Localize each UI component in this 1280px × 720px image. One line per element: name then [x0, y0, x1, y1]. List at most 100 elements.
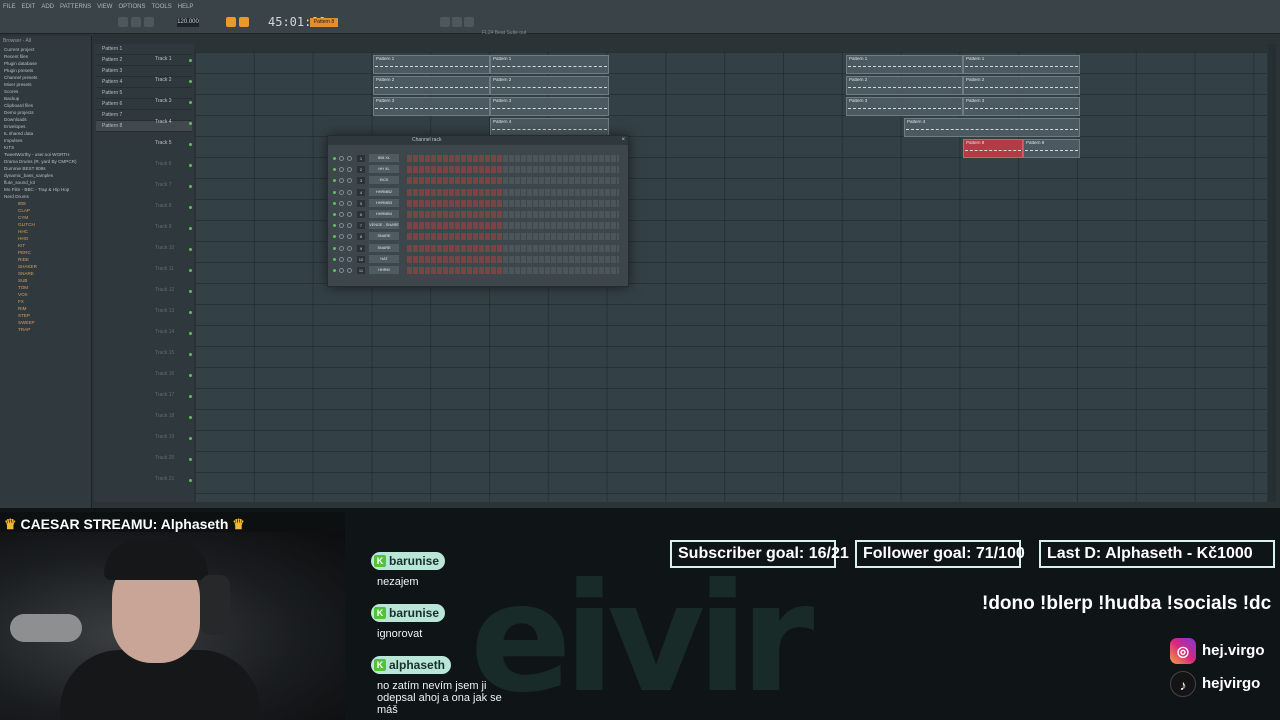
channel-name-button[interactable]: HHRMB2	[369, 187, 399, 196]
mixer-icon[interactable]	[440, 17, 450, 27]
channel-mixer-track[interactable]: 4	[357, 188, 365, 196]
channel-name-button[interactable]: SNARE	[369, 243, 399, 252]
track-mute-led[interactable]	[189, 227, 192, 230]
track-mute-led[interactable]	[189, 269, 192, 272]
channel-mixer-track[interactable]: 7	[357, 222, 365, 230]
browser-folder[interactable]: CLAP	[0, 207, 91, 214]
volume-knob-icon[interactable]	[347, 268, 352, 273]
menu-item[interactable]: PATTERNS	[57, 4, 94, 10]
browser-folder[interactable]: HHO	[0, 235, 91, 242]
track-mute-led[interactable]	[189, 59, 192, 62]
browser-item[interactable]: Drama Drums (R. yard By CMPCR)	[0, 158, 91, 165]
pan-knob-icon[interactable]	[339, 256, 344, 262]
channel-name-button[interactable]: SNARE	[369, 232, 399, 241]
channel-row[interactable]: 6 HHRMB4	[332, 210, 624, 220]
channel-name-button[interactable]: KICK	[369, 176, 399, 185]
playlist-clip[interactable]: Pattern 3	[846, 97, 963, 116]
pan-knob-icon[interactable]	[339, 268, 344, 273]
channel-mixer-track[interactable]: 9	[357, 244, 365, 252]
browser-folder[interactable]: PERC	[0, 249, 91, 256]
channel-name-button[interactable]: HHRM	[369, 266, 399, 274]
menu-item[interactable]: HELP	[175, 4, 197, 10]
channel-led[interactable]	[333, 213, 336, 216]
step-sequencer[interactable]	[407, 177, 619, 185]
playlist-clip[interactable]: Pattern 1	[490, 55, 609, 74]
step-sequencer[interactable]	[407, 155, 619, 162]
channel-row[interactable]: 5 HHRMB3	[332, 198, 624, 209]
pan-knob-icon[interactable]	[339, 167, 344, 173]
pan-knob-icon[interactable]	[339, 212, 344, 217]
stop-icon[interactable]	[131, 17, 141, 27]
track-mute-led[interactable]	[189, 416, 192, 419]
pan-knob-icon[interactable]	[339, 234, 344, 240]
menu-item[interactable]: FILE	[0, 4, 19, 10]
playlist-clip[interactable]: Pattern 2	[373, 76, 490, 95]
channel-led[interactable]	[333, 201, 336, 205]
browser-item[interactable]: Backup	[0, 95, 91, 102]
browser-item[interactable]: Plugin presets	[0, 67, 91, 74]
pan-knob-icon[interactable]	[339, 189, 344, 195]
track-mute-led[interactable]	[189, 395, 192, 398]
browser-folder[interactable]: STEP	[0, 312, 91, 319]
volume-knob-icon[interactable]	[347, 212, 352, 217]
pan-knob-icon[interactable]	[339, 245, 344, 251]
browser-item[interactable]: IL shared data	[0, 130, 91, 137]
browser-icon[interactable]	[464, 17, 474, 27]
browser-item[interactable]: Clipboard files	[0, 102, 91, 109]
playlist-clip[interactable]: Pattern 2	[963, 76, 1080, 95]
browser-item[interactable]: Mixer presets	[0, 81, 91, 88]
metronome-icon[interactable]	[239, 17, 249, 27]
menu-item[interactable]: OPTIONS	[115, 4, 148, 10]
volume-knob-icon[interactable]	[347, 245, 352, 251]
channel-row[interactable]: 11 HHRM	[332, 266, 624, 276]
channel-name-button[interactable]: VENGE - SNARE	[369, 221, 399, 230]
track-mute-led[interactable]	[189, 143, 192, 146]
channel-row[interactable]: 2 HH XL	[332, 165, 624, 175]
volume-knob-icon[interactable]	[347, 256, 352, 262]
channel-name-button[interactable]: HH XL	[369, 165, 399, 174]
channel-led[interactable]	[333, 157, 336, 160]
channel-row[interactable]: 9 SNARE	[332, 243, 624, 254]
browser-item[interactable]: Current project	[0, 46, 91, 53]
pan-knob-icon[interactable]	[339, 156, 344, 161]
play-icon[interactable]	[118, 17, 128, 27]
playlist-clip[interactable]: Pattern 4	[904, 118, 1080, 137]
channel-name-button[interactable]: HHRMB3	[369, 198, 399, 207]
track-mute-led[interactable]	[189, 311, 192, 314]
playlist-clip[interactable]: Pattern 3	[373, 97, 490, 116]
channel-led[interactable]	[333, 179, 336, 183]
step-sequencer[interactable]	[407, 255, 619, 263]
step-sequencer[interactable]	[407, 188, 619, 196]
pan-knob-icon[interactable]	[339, 200, 344, 206]
channel-row[interactable]: 10 HAT	[332, 254, 624, 265]
browser-folder[interactable]: 808	[0, 200, 91, 207]
browser-item[interactable]: Scores	[0, 88, 91, 95]
channel-led[interactable]	[333, 224, 336, 228]
browser-item[interactable]: Demo projects	[0, 109, 91, 116]
channel-row[interactable]: 3 KICK	[332, 176, 624, 186]
track-mute-led[interactable]	[189, 290, 192, 293]
browser-folder[interactable]: CYM	[0, 214, 91, 221]
playlist-clip[interactable]: Pattern 8	[963, 139, 1023, 158]
track-mute-led[interactable]	[189, 332, 192, 335]
pan-knob-icon[interactable]	[339, 178, 344, 184]
track-mute-led[interactable]	[189, 185, 192, 188]
channel-led[interactable]	[333, 246, 336, 250]
browser-folder[interactable]: TRAP	[0, 326, 91, 333]
track-mute-led[interactable]	[189, 353, 192, 356]
step-sequencer[interactable]	[407, 244, 619, 252]
channel-row[interactable]: 1 808 XL	[332, 154, 624, 164]
menu-item[interactable]: EDIT	[19, 4, 39, 10]
track-mute-led[interactable]	[189, 80, 192, 83]
close-icon[interactable]: ×	[621, 137, 625, 143]
track-mute-led[interactable]	[189, 248, 192, 251]
channel-led[interactable]	[333, 269, 336, 272]
browser-item[interactable]: Envelopes	[0, 123, 91, 130]
channel-led[interactable]	[333, 235, 336, 239]
volume-knob-icon[interactable]	[347, 189, 352, 195]
playlist-clip[interactable]: Pattern 3	[490, 97, 609, 116]
pattern-selector[interactable]: Pattern 8	[310, 18, 338, 27]
channel-mixer-track[interactable]: 8	[357, 233, 365, 241]
menu-item[interactable]: TOOLS	[149, 4, 175, 10]
channel-mixer-track[interactable]: 10	[357, 255, 365, 263]
